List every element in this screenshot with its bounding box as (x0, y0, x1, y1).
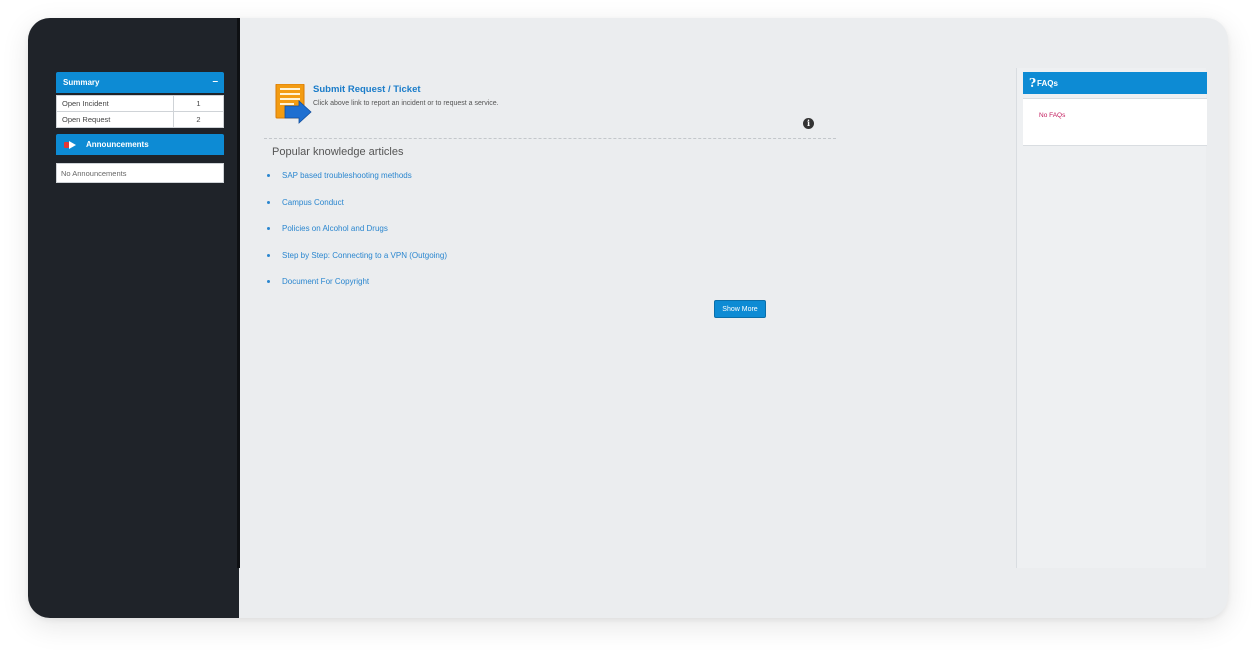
faq-panel-header[interactable]: ? FAQs (1023, 72, 1207, 94)
no-announcements-text: No Announcements (61, 169, 127, 178)
open-request-count[interactable]: 2 (173, 111, 224, 128)
summary-row-label: Open Request (56, 111, 174, 128)
announcements-panel-header[interactable]: Announcements (56, 134, 224, 155)
knowledge-article-list: SAP based troubleshooting methods Campus… (265, 171, 447, 304)
question-icon: ? (1029, 76, 1037, 90)
megaphone-icon (64, 140, 78, 149)
summary-panel-header[interactable]: Summary – (56, 72, 224, 93)
announcements-title: Announcements (86, 140, 149, 149)
ticket-form-icon[interactable] (275, 84, 313, 124)
article-link[interactable]: Document For Copyright (282, 277, 369, 286)
section-divider (264, 138, 836, 139)
summary-table: Open Incident 1 Open Request 2 (56, 95, 224, 128)
app-window: Summary – Open Incident 1 Open Request 2… (28, 18, 1228, 618)
table-row[interactable]: Open Incident 1 (56, 95, 224, 112)
article-link[interactable]: Step by Step: Connecting to a VPN (Outgo… (282, 251, 447, 260)
article-link[interactable]: Policies on Alcohol and Drugs (282, 224, 388, 233)
main-content: Submit Request / Ticket Click above link… (240, 18, 1010, 618)
list-item: Campus Conduct (265, 198, 447, 225)
summary-row-label: Open Incident (56, 95, 174, 112)
knowledge-section-title: Popular knowledge articles (272, 146, 404, 158)
list-item: SAP based troubleshooting methods (265, 171, 447, 198)
no-faqs-text: No FAQs (1039, 112, 1066, 119)
collapse-icon[interactable]: – (212, 75, 218, 89)
list-item: Policies on Alcohol and Drugs (265, 224, 447, 251)
submit-request-link[interactable]: Submit Request / Ticket (313, 84, 421, 95)
show-more-button[interactable]: Show More (714, 300, 766, 318)
announcements-body: No Announcements (56, 163, 224, 183)
article-link[interactable]: Campus Conduct (282, 198, 344, 207)
article-link[interactable]: SAP based troubleshooting methods (282, 171, 412, 180)
faq-panel: ? FAQs No FAQs (1016, 68, 1207, 568)
sidebar: Summary – Open Incident 1 Open Request 2… (28, 18, 239, 618)
submit-request-description: Click above link to report an incident o… (313, 100, 499, 107)
list-item: Document For Copyright (265, 277, 447, 304)
faq-body: No FAQs (1023, 98, 1207, 146)
open-incident-count[interactable]: 1 (173, 95, 224, 112)
list-item: Step by Step: Connecting to a VPN (Outgo… (265, 251, 447, 278)
table-row[interactable]: Open Request 2 (56, 111, 224, 128)
summary-title: Summary (63, 78, 100, 87)
faq-title: FAQs (1037, 78, 1058, 88)
info-icon[interactable]: i (803, 118, 814, 129)
